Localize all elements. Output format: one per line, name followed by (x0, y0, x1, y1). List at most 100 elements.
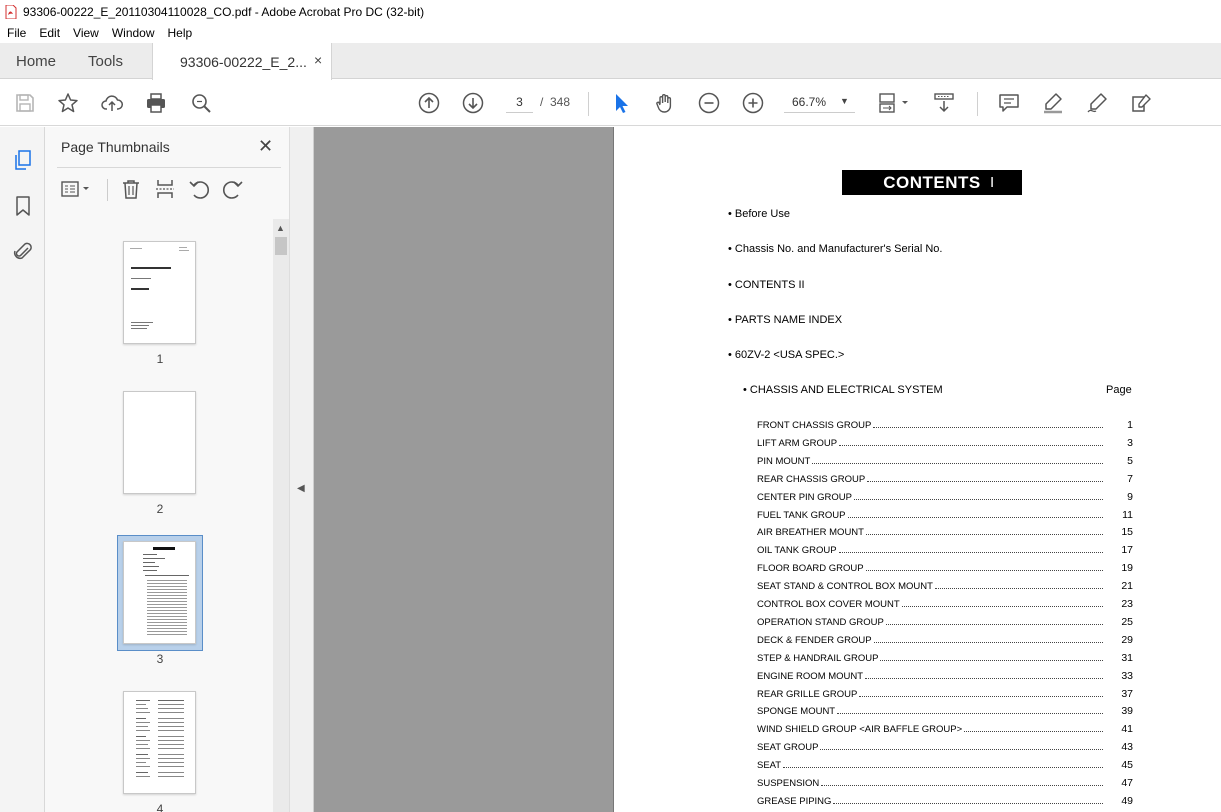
pdf-file-icon (5, 4, 17, 19)
toc-row[interactable]: LIFT ARM GROUP 3 (757, 437, 1133, 451)
toc-entry-name: FUEL TANK GROUP (757, 509, 846, 521)
collapse-left-icon[interactable]: ◀ (297, 483, 305, 494)
edit-pdf-icon[interactable] (1128, 90, 1154, 116)
thumbnail-label-3: 3 (156, 652, 164, 666)
toc-row[interactable]: FLOOR BOARD GROUP 19 (757, 562, 1133, 576)
toc-entry-name: AIR BREATHER MOUNT (757, 527, 864, 539)
toc-row[interactable]: STEP & HANDRAIL GROUP 31 (757, 652, 1133, 666)
toc-entry-name: SEAT GROUP (757, 742, 819, 754)
select-arrow-icon[interactable] (608, 90, 634, 116)
extract-pages-icon[interactable] (153, 177, 177, 201)
tab-tools[interactable]: Tools (88, 53, 123, 70)
toc-row[interactable]: OIL TANK GROUP 17 (757, 544, 1133, 558)
toc-row[interactable]: FUEL TANK GROUP 11 (757, 509, 1133, 523)
highlight-icon[interactable] (1040, 90, 1066, 116)
toc-row[interactable]: SPONGE MOUNT 39 (757, 705, 1133, 719)
toc-row[interactable]: SEAT STAND & CONTROL BOX MOUNT 21 (757, 580, 1133, 594)
toc-row[interactable]: DECK & FENDER GROUP 29 (757, 634, 1133, 648)
thumbnail-page-3[interactable] (123, 541, 196, 644)
zoom-in-icon[interactable] (740, 90, 766, 116)
print-icon[interactable] (143, 90, 169, 116)
toc-entry-page: 49 (1121, 794, 1133, 807)
hand-icon[interactable] (652, 90, 678, 116)
toc-entry-page: 25 (1121, 615, 1133, 628)
toc-leader-dots (820, 742, 1103, 751)
toc-entry-page: 37 (1121, 687, 1133, 700)
toc-entry-name: ENGINE ROOM MOUNT (757, 670, 864, 682)
toc-row[interactable]: AIR BREATHER MOUNT 15 (757, 526, 1133, 540)
panel-collapse-strip[interactable]: ◀ (289, 127, 314, 812)
document-view[interactable]: CONTENTS I • Before Use • Chassis No. an… (314, 127, 1221, 812)
toc-row[interactable]: ENGINE ROOM MOUNT 33 (757, 670, 1133, 684)
scroll-mode-icon[interactable] (931, 90, 957, 116)
tab-home[interactable]: Home (16, 53, 56, 70)
toc-row[interactable]: SEAT GROUP 43 (757, 741, 1133, 755)
menu-window[interactable]: Window (105, 26, 161, 40)
tab-document[interactable]: 93306-00222_E_2... × (152, 43, 332, 80)
thumbnail-page-1[interactable] (123, 241, 196, 344)
toc-leader-dots (812, 456, 1103, 464)
bullet-model-spec[interactable]: • 60ZV-2 <USA SPEC.> (728, 349, 844, 361)
contents-heading: CONTENTS I (842, 170, 1022, 195)
toc-row[interactable]: WIND SHIELD GROUP <AIR BAFFLE GROUP> 41 (757, 723, 1133, 737)
attachment-icon[interactable] (11, 239, 35, 263)
toc-row[interactable]: CONTROL BOX COVER MOUNT 23 (757, 598, 1133, 612)
menu-file[interactable]: File (0, 26, 32, 40)
page-separator: / (540, 95, 544, 109)
toolbar: / 348 66.7% ▼ (0, 80, 1221, 126)
scrollbar-thumb[interactable] (275, 237, 287, 255)
zoom-dropdown[interactable]: 66.7% ▼ (784, 91, 855, 113)
toc-row[interactable]: GREASE PIPING 49 (757, 795, 1133, 809)
toc-row[interactable]: OPERATION STAND GROUP 25 (757, 616, 1133, 630)
rotate-right-icon[interactable] (221, 177, 245, 201)
search-icon[interactable] (188, 90, 214, 116)
toc-row[interactable]: SEAT 45 (757, 759, 1133, 773)
page-down-icon[interactable] (460, 90, 486, 116)
close-icon[interactable]: ✕ (258, 136, 273, 157)
zoom-out-icon[interactable] (696, 90, 722, 116)
toc-entry-name: FRONT CHASSIS GROUP (757, 420, 872, 431)
menu-help[interactable]: Help (161, 26, 199, 40)
toc-leader-dots (873, 635, 1103, 643)
toc-row[interactable]: CENTER PIN GROUP 9 (757, 491, 1133, 505)
tab-close-icon[interactable]: × (314, 52, 322, 68)
thumbnail-scrollbar[interactable]: ▲ (273, 219, 289, 812)
thumbnail-page-4[interactable] (123, 691, 196, 794)
bookmarks-icon[interactable] (11, 194, 35, 218)
toc-row[interactable]: REAR CHASSIS GROUP 7 (757, 473, 1133, 487)
page-layout-icon[interactable] (877, 90, 913, 116)
page-column-label: Page (1106, 384, 1132, 396)
toc-entry-page: 17 (1121, 544, 1133, 557)
bullet-chassis-no[interactable]: • Chassis No. and Manufacturer's Serial … (728, 243, 942, 255)
save-icon[interactable] (12, 90, 38, 116)
page-thumbnails-icon[interactable] (11, 148, 35, 172)
sign-icon[interactable] (1084, 90, 1110, 116)
toc-row[interactable]: PIN MOUNT 5 (757, 455, 1133, 469)
toc-row[interactable]: FRONT CHASSIS GROUP 1 (757, 419, 1133, 433)
page-number-input[interactable] (506, 91, 533, 113)
scroll-up-icon[interactable]: ▲ (276, 223, 285, 233)
rotate-left-icon[interactable] (187, 177, 211, 201)
toc-row[interactable]: SUSPENSION 47 (757, 777, 1133, 791)
upload-icon[interactable] (99, 90, 125, 116)
menu-bar: File Edit View Window Help (0, 23, 1221, 43)
page-up-icon[interactable] (416, 90, 442, 116)
toc-entry-page: 11 (1122, 508, 1133, 521)
title-bar: 93306-00222_E_20110304110028_CO.pdf - Ad… (0, 0, 1221, 23)
toc-row[interactable]: REAR GRILLE GROUP 37 (757, 688, 1133, 702)
toc-entry-page: 21 (1121, 580, 1133, 593)
toc-leader-dots (867, 474, 1103, 482)
bullet-before-use[interactable]: • Before Use (728, 208, 790, 220)
delete-icon[interactable] (119, 177, 143, 201)
bullet-parts-name-index[interactable]: • PARTS NAME INDEX (728, 314, 842, 326)
section-heading[interactable]: • CHASSIS AND ELECTRICAL SYSTEM (743, 384, 943, 396)
bookmark-star-icon[interactable] (55, 90, 81, 116)
comment-icon[interactable] (996, 90, 1022, 116)
thumbnail-page-2[interactable] (123, 391, 196, 494)
menu-edit[interactable]: Edit (32, 26, 66, 40)
bullet-contents-ii[interactable]: • CONTENTS II (728, 279, 805, 291)
thumbnail-options-icon[interactable] (59, 177, 95, 201)
toc-leader-dots (783, 760, 1103, 769)
toc-entry-name: OPERATION STAND GROUP (757, 616, 884, 628)
menu-view[interactable]: View (66, 26, 105, 40)
